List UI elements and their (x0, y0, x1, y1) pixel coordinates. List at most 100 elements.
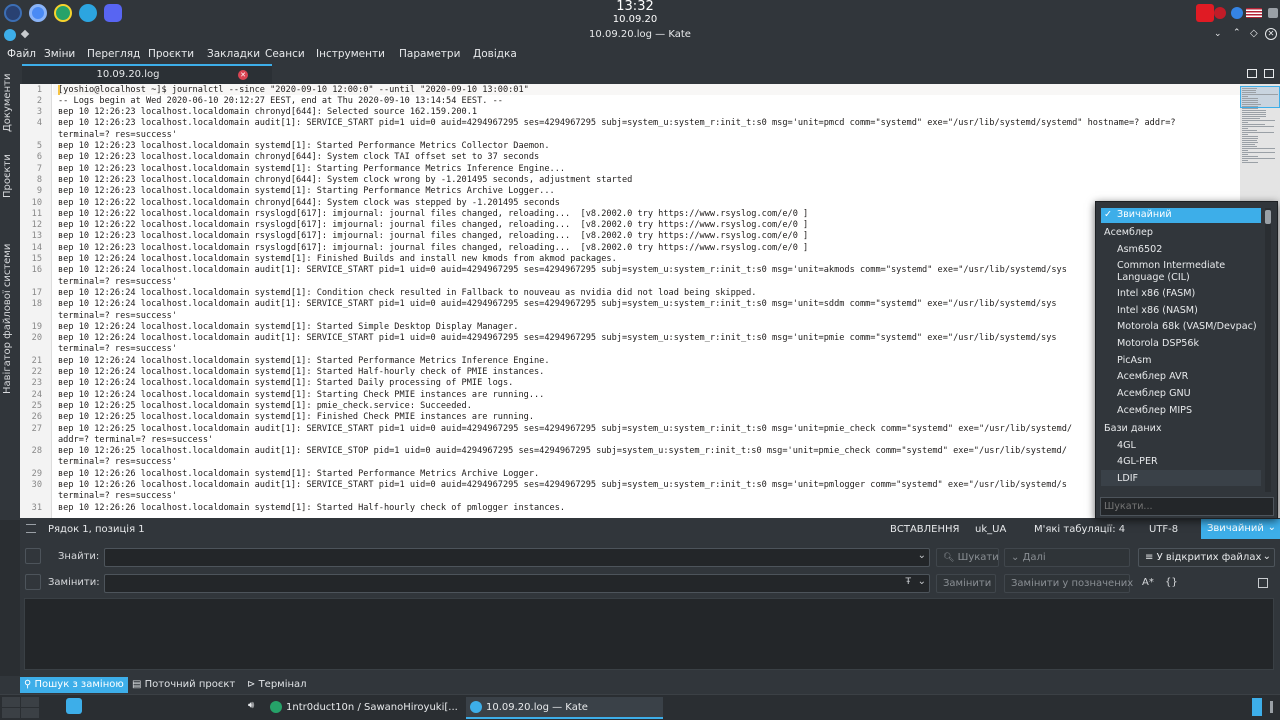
code-line[interactable]: вер 10 12:26:23 localhost.localdomain sy… (58, 186, 555, 196)
desktop-3[interactable] (2, 708, 20, 718)
code-line[interactable]: вер 10 12:26:23 localhost.localdomain ch… (58, 107, 477, 117)
sidebar-toggle-icon[interactable] (26, 524, 36, 533)
mode-item[interactable]: Intel x86 (NASM) (1117, 305, 1198, 316)
mode-search-input[interactable] (1100, 497, 1274, 516)
code-line[interactable]: вер 10 12:26:24 localhost.localdomain sy… (58, 356, 550, 366)
audio-icon[interactable]: 🔊︎ (248, 700, 254, 711)
pinned-kate-icon[interactable] (66, 698, 82, 714)
window-title-bar[interactable]: 10.09.20.log — Kate ⌄ ⌃ ◇ ✕ (0, 26, 1280, 44)
mode-item[interactable]: Intel x86 (FASM) (1117, 288, 1195, 299)
mode-item[interactable]: Language (CIL) (1117, 272, 1190, 283)
expand-options-icon[interactable] (1258, 578, 1268, 588)
mode-item[interactable]: Асемблер MIPS (1117, 405, 1192, 416)
search-mode-icon[interactable] (25, 548, 41, 564)
indentation-selector[interactable]: М'які табуляції: 4 (1034, 524, 1125, 535)
close-icon[interactable]: ✕ (1265, 28, 1277, 40)
replace-checked-button[interactable]: Замінити у позначених (1004, 574, 1133, 593)
menu-settings[interactable]: Параметри (399, 48, 460, 60)
text-editor[interactable]: 1 2 3 4 5 6 7 8 9 10 11 12 13 14 15 16 17 18 19 20 21 22 23 24 2… (20, 84, 1240, 518)
match-case-toggle[interactable]: A* (1142, 577, 1154, 588)
code-line[interactable]: вер 10 12:26:26 localhost.localdomain au… (58, 480, 1067, 490)
code-line[interactable]: addr=? terminal=? res=success' (58, 435, 213, 445)
sidebar-tab-filesystem[interactable]: Навігатор файлової системи (2, 214, 18, 394)
code-line[interactable]: terminal=? res=success' (58, 130, 177, 140)
popup-scrollbar-handle[interactable] (1265, 210, 1271, 224)
mode-item[interactable]: Common Intermediate (1117, 260, 1225, 271)
mode-item[interactable]: Асемблер AVR (1117, 371, 1188, 382)
new-tab-icon[interactable] (1247, 69, 1257, 78)
code-line[interactable]: вер 10 12:26:24 localhost.localdomain au… (58, 333, 1057, 343)
code-line[interactable]: вер 10 12:26:24 localhost.localdomain sy… (58, 288, 756, 298)
desktop-1[interactable] (2, 697, 20, 707)
tab-document[interactable]: 10.09.20.log ✕ (22, 64, 272, 84)
code-line[interactable]: -- Logs begin at Wed 2020-06-10 20:12:27… (58, 96, 503, 106)
virtual-desktop-pager[interactable] (2, 697, 58, 719)
code-line[interactable]: вер 10 12:26:25 localhost.localdomain au… (58, 446, 1067, 456)
code-line[interactable]: вер 10 12:26:24 localhost.localdomain sy… (58, 367, 544, 377)
task-browser[interactable]: 1ntr0duct10n / SawanoHiroyuki[... (266, 697, 466, 719)
menu-bookmarks[interactable]: Закладки (207, 48, 260, 60)
menu-sessions[interactable]: Сеанси (265, 48, 305, 60)
mode-item[interactable]: Motorola 68k (VASM/Devpac) (1117, 321, 1257, 332)
code-line[interactable]: вер 10 12:26:26 localhost.localdomain sy… (58, 469, 539, 479)
code-line[interactable]: вер 10 12:26:22 localhost.localdomain ch… (58, 198, 560, 208)
menu-projects[interactable]: Проєкти (148, 48, 194, 60)
tool-tab-terminal[interactable]: ⊳ Термінал (243, 677, 311, 693)
sidebar-tab-projects[interactable]: Проєкти (2, 148, 18, 198)
menu-tools[interactable]: Інструменти (316, 48, 385, 60)
mode-item-normal[interactable]: ✓ Звичайний (1101, 208, 1261, 223)
mode-item[interactable]: PicAsm (1117, 355, 1151, 366)
replace-mode-icon[interactable] (25, 574, 41, 590)
show-desktop-icon[interactable] (1252, 698, 1262, 716)
desktop-4[interactable] (21, 708, 39, 718)
search-button[interactable]: 🔍︎ Шукати (936, 548, 999, 567)
menu-view[interactable]: Перегляд (87, 48, 140, 60)
code-line[interactable]: вер 10 12:26:23 localhost.localdomain au… (58, 118, 1176, 128)
code-line[interactable]: вер 10 12:26:24 localhost.localdomain sy… (58, 322, 518, 332)
code-line[interactable]: вер 10 12:26:24 localhost.localdomain sy… (58, 378, 513, 388)
keyboard-layout-flag-icon[interactable] (1246, 8, 1262, 18)
code-line[interactable]: вер 10 12:26:23 localhost.localdomain ch… (58, 175, 632, 185)
tray-security-icon[interactable] (1214, 7, 1226, 19)
tool-tab-search-replace[interactable]: ⚲ Пошук з заміною (20, 677, 128, 693)
code-line[interactable]: вер 10 12:26:23 localhost.localdomain sy… (58, 164, 565, 174)
code-line[interactable]: terminal=? res=success' (58, 277, 177, 287)
mode-item[interactable]: Asm6502 (1117, 244, 1162, 255)
code-line[interactable]: вер 10 12:26:23 localhost.localdomain rs… (58, 243, 808, 253)
menu-file[interactable]: Файл (7, 48, 36, 60)
discord-icon[interactable] (104, 4, 122, 22)
code-line[interactable]: [yoshio@localhost ~]$ journalctl --since… (58, 85, 529, 95)
fedora-icon[interactable] (4, 4, 22, 22)
replace-button[interactable]: Замінити (936, 574, 996, 593)
app-icon[interactable] (54, 4, 72, 22)
search-scope-select[interactable]: ≡ У відкритих файлах ⌄ (1138, 548, 1275, 567)
cursor-position[interactable]: Рядок 1, позиція 1 (48, 524, 145, 535)
mode-selector-button[interactable]: Звичайний ⌄ (1201, 519, 1280, 539)
code-line[interactable]: terminal=? res=success' (58, 491, 177, 501)
code-line[interactable]: terminal=? res=success' (58, 457, 177, 467)
tray-network-icon[interactable] (1231, 7, 1243, 19)
code-line[interactable]: terminal=? res=success' (58, 344, 177, 354)
code-line[interactable]: вер 10 12:26:24 localhost.localdomain au… (58, 265, 1067, 275)
code-line[interactable]: вер 10 12:26:23 localhost.localdomain sy… (58, 141, 550, 151)
chevron-down-icon[interactable]: ⌄ (1214, 29, 1222, 39)
code-line[interactable]: вер 10 12:26:24 localhost.localdomain sy… (58, 254, 617, 264)
replace-input[interactable]: Ŧ ⌄ (104, 574, 930, 593)
popup-scrollbar[interactable] (1265, 208, 1271, 492)
maximize-icon[interactable]: ◇ (1250, 28, 1258, 39)
task-kate[interactable]: 10.09.20.log — Kate (466, 697, 663, 719)
next-button[interactable]: ⌄ Далі (1004, 548, 1130, 567)
split-view-icon[interactable] (1264, 69, 1274, 78)
tray-app-icon[interactable] (1196, 4, 1214, 22)
find-input[interactable]: ⌄ (104, 548, 930, 567)
search-results-area[interactable] (24, 598, 1274, 670)
menu-help[interactable]: Довідка (473, 48, 517, 60)
code-line[interactable]: вер 10 12:26:23 localhost.localdomain ch… (58, 152, 539, 162)
code-line[interactable]: вер 10 12:26:24 localhost.localdomain au… (58, 299, 1057, 309)
code-line[interactable]: вер 10 12:26:23 localhost.localdomain rs… (58, 231, 808, 241)
code-line[interactable]: вер 10 12:26:25 localhost.localdomain sy… (58, 412, 534, 422)
panel-options-icon[interactable] (1270, 701, 1273, 713)
dictionary-selector[interactable]: uk_UA (975, 524, 1006, 535)
regex-toggle[interactable]: {} (1165, 577, 1178, 588)
code-line[interactable]: вер 10 12:26:22 localhost.localdomain rs… (58, 220, 808, 230)
